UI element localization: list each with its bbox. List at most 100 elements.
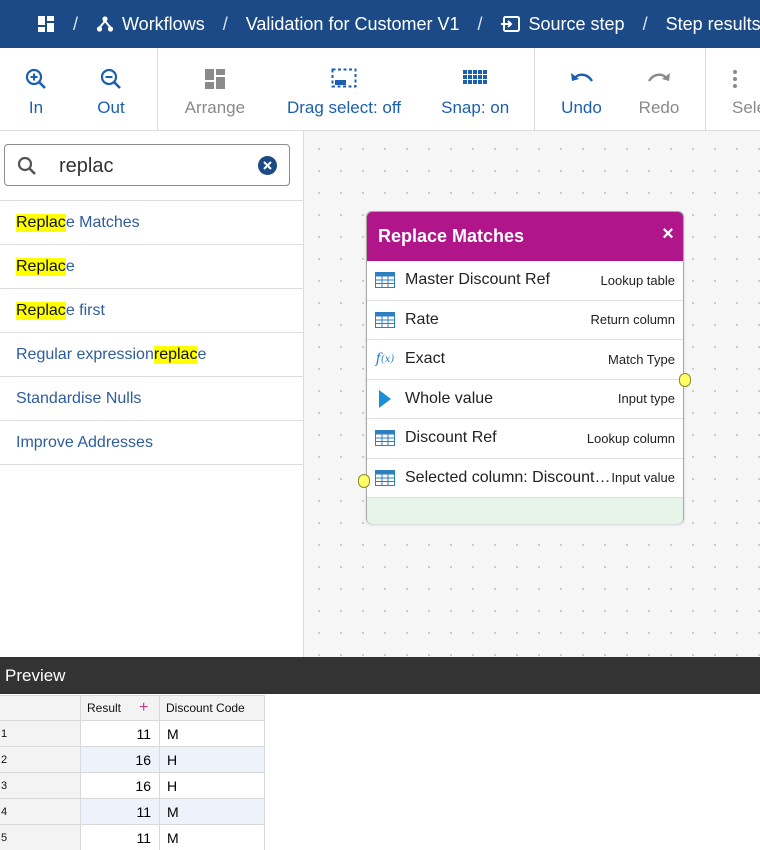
redo-button[interactable]: Redo bbox=[628, 48, 690, 130]
close-icon[interactable]: × bbox=[660, 224, 676, 244]
result-replace-matches[interactable]: Replac e Matches bbox=[0, 201, 303, 245]
input-port[interactable] bbox=[358, 474, 370, 488]
select-group: Sele bbox=[706, 48, 760, 130]
column-header-discount-code[interactable]: Discount Code bbox=[159, 695, 265, 721]
drag-select-icon bbox=[331, 66, 357, 92]
node-row-label: Selected column: Discount Code bbox=[405, 468, 611, 486]
breadcrumb-source-step[interactable]: Source step bbox=[500, 13, 625, 35]
layout-group: Arrange Drag select: off Snap: on bbox=[158, 48, 535, 130]
node-row-match-type[interactable]: f (x) Exact Match Type bbox=[367, 340, 683, 380]
breadcrumb-label: Workflows bbox=[122, 13, 205, 34]
zoom-in-button[interactable]: In bbox=[0, 48, 72, 130]
node-row-label: Whole value bbox=[405, 389, 494, 407]
node-footer bbox=[367, 498, 683, 524]
breadcrumb-workflow-name[interactable]: Validation for Customer V1 bbox=[246, 14, 460, 35]
discount-code-cell[interactable]: M bbox=[159, 720, 265, 747]
toolbar: In Out Arrange Drag select: off Snap: on… bbox=[0, 48, 760, 131]
node-row-type: Match Type bbox=[608, 351, 675, 367]
snap-button[interactable]: Snap: on bbox=[416, 48, 534, 130]
result-replace-first[interactable]: Replac e first bbox=[0, 289, 303, 333]
discount-code-cell[interactable]: M bbox=[159, 824, 265, 850]
node-row-type: Return column bbox=[590, 312, 675, 328]
redo-icon bbox=[646, 66, 672, 92]
home-icon[interactable] bbox=[37, 14, 55, 34]
discount-code-cell[interactable]: H bbox=[159, 746, 265, 773]
result-highlight: Replac bbox=[16, 213, 66, 232]
node-row-type: Lookup table bbox=[600, 272, 675, 288]
table-icon bbox=[374, 309, 396, 331]
table-row: 2 16 H bbox=[0, 746, 265, 773]
search-input[interactable] bbox=[59, 153, 249, 179]
preview-title: Preview bbox=[5, 665, 66, 685]
node-row-label: Master Discount Ref bbox=[405, 271, 550, 289]
node-row-type: Lookup column bbox=[586, 430, 675, 446]
result-cell[interactable]: 16 bbox=[80, 772, 160, 799]
node-row-type: Input value bbox=[611, 470, 675, 486]
undo-label: Undo bbox=[561, 98, 602, 117]
row-index: 4 bbox=[0, 798, 81, 825]
result-cell[interactable]: 11 bbox=[80, 824, 160, 850]
row-index: 5 bbox=[0, 824, 81, 850]
result-text-post: e bbox=[65, 257, 75, 275]
function-icon: f (x) bbox=[375, 351, 395, 368]
node-row-lookup-column[interactable]: Discount Ref Lookup column bbox=[367, 419, 683, 459]
more-icon bbox=[732, 66, 738, 92]
result-highlight: replac bbox=[153, 345, 198, 364]
zoom-out-label: Out bbox=[97, 98, 125, 117]
table-icon bbox=[374, 427, 396, 449]
clear-search-icon[interactable] bbox=[258, 156, 277, 175]
function-search-panel: Replace Matches Replace Replace first Re… bbox=[0, 131, 304, 657]
breadcrumb-step-results[interactable]: Step results bbox=[666, 14, 760, 35]
result-cell[interactable]: 11 bbox=[80, 720, 160, 747]
result-highlight: Replac bbox=[16, 301, 66, 320]
table-row: 3 16 H bbox=[0, 772, 265, 799]
workflow-canvas[interactable]: Replace Matches × Master Discount Ref Lo… bbox=[304, 131, 760, 657]
result-replace[interactable]: Replac e bbox=[0, 245, 303, 289]
zoom-in-icon bbox=[24, 66, 48, 92]
table-icon bbox=[374, 269, 396, 291]
node-row-label: Discount Ref bbox=[405, 429, 497, 447]
discount-code-cell[interactable]: M bbox=[159, 798, 265, 825]
row-index: 3 bbox=[0, 772, 81, 799]
node-row-input-type[interactable]: Whole value Input type bbox=[367, 380, 683, 419]
output-port[interactable] bbox=[679, 373, 691, 387]
node-row-input-value[interactable]: Selected column: Discount Code Input val… bbox=[367, 459, 683, 498]
column-header-result[interactable]: Result + bbox=[80, 695, 160, 721]
search-box bbox=[4, 144, 290, 186]
result-text: Standardise Nulls bbox=[16, 389, 142, 407]
table-row: 5 11 M bbox=[0, 824, 265, 850]
play-icon bbox=[374, 388, 396, 410]
result-cell[interactable]: 11 bbox=[80, 798, 160, 825]
node-row-lookup-table[interactable]: Master Discount Ref Lookup table bbox=[367, 261, 683, 301]
undo-button[interactable]: Undo bbox=[535, 48, 628, 130]
add-column-icon[interactable]: + bbox=[139, 699, 148, 716]
select-label: Sele bbox=[732, 98, 760, 117]
node-title: Replace Matches bbox=[378, 226, 525, 246]
snap-grid-icon bbox=[463, 66, 488, 92]
source-step-icon bbox=[500, 15, 521, 33]
result-cell[interactable]: 16 bbox=[80, 746, 160, 773]
arrange-label: Arrange bbox=[184, 98, 246, 117]
drag-select-button[interactable]: Drag select: off bbox=[272, 48, 417, 130]
node-row-return-column[interactable]: Rate Return column bbox=[367, 301, 683, 340]
result-text: Improve Addresses bbox=[16, 433, 153, 451]
node-row-label: Rate bbox=[405, 310, 439, 328]
result-regular-expression-replace[interactable]: Regular expression replac e bbox=[0, 333, 303, 377]
breadcrumb-label: Source step bbox=[528, 13, 625, 34]
arrange-button[interactable]: Arrange bbox=[158, 48, 272, 130]
row-index: 1 bbox=[0, 720, 81, 747]
replace-matches-node[interactable]: Replace Matches × Master Discount Ref Lo… bbox=[358, 211, 691, 524]
result-standardise-nulls[interactable]: Standardise Nulls bbox=[0, 377, 303, 421]
table-row: 1 11 M bbox=[0, 720, 265, 747]
breadcrumb-separator: / bbox=[642, 13, 648, 34]
discount-code-cell[interactable]: H bbox=[159, 772, 265, 799]
breadcrumb-separator: / bbox=[222, 13, 228, 34]
index-header bbox=[0, 695, 81, 721]
zoom-group: In Out bbox=[0, 48, 158, 130]
breadcrumb-workflows[interactable]: Workflows bbox=[96, 14, 205, 35]
node-header[interactable]: Replace Matches bbox=[367, 212, 683, 261]
result-improve-addresses[interactable]: Improve Addresses bbox=[0, 421, 303, 465]
select-button[interactable]: Sele bbox=[706, 48, 760, 130]
node-row-type: Input type bbox=[617, 391, 675, 407]
zoom-out-button[interactable]: Out bbox=[72, 48, 150, 130]
